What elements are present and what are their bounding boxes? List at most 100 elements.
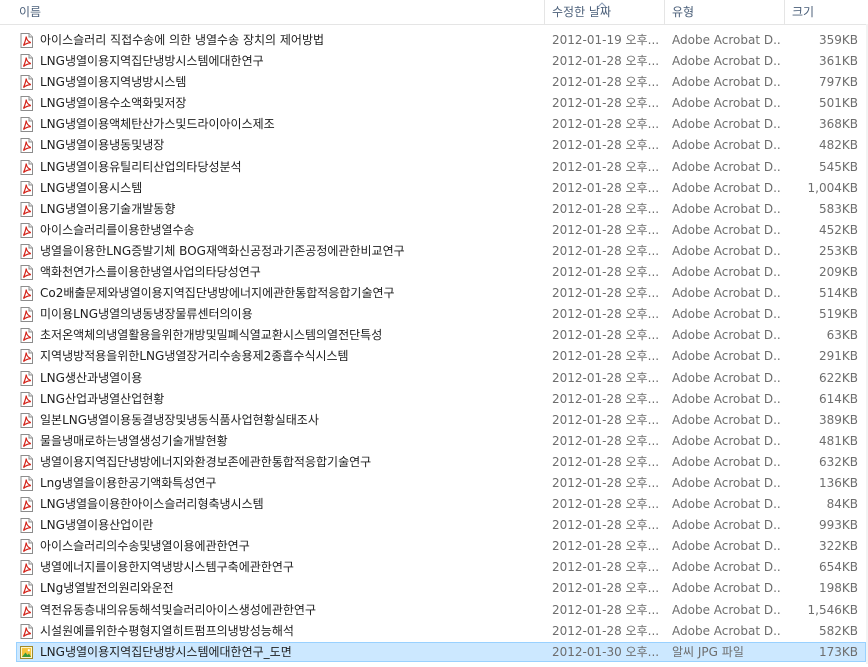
file-row[interactable]: 아이스슬러리를이용한냉열수송 2012-01-28 오후... Adobe Acro… — [0, 220, 868, 241]
file-name: 역전유동층내의유동해석및슬러리아이스생성에관한연구 — [40, 602, 317, 617]
file-row[interactable]: 일본LNG냉열이용동결냉장및냉동식품사업현황실태조사 2012-01-28 오후.… — [0, 410, 868, 431]
file-row[interactable]: LNG산업과냉열산업현황 2012-01-28 오후... Adobe Acroba… — [0, 389, 868, 410]
file-date-modified: 2012-01-28 오후... — [552, 243, 660, 258]
pdf-file-icon — [19, 412, 34, 428]
sort-ascending-icon — [597, 2, 607, 8]
column-header-name[interactable]: 이름 — [0, 0, 545, 24]
file-type: Adobe Acrobat D... — [672, 454, 782, 469]
file-type: Adobe Acrobat D... — [672, 243, 782, 258]
file-row[interactable]: 액화천연가스를이용한냉열사업의타당성연구 2012-01-28 오후... Adob… — [0, 262, 868, 283]
file-size: 514KB — [818, 286, 858, 301]
file-row[interactable]: 아이스슬러리 직접수송에 의한 냉열수송 장치의 제어방법 2012-01-19 … — [0, 30, 868, 51]
file-type: Adobe Acrobat D... — [672, 307, 782, 322]
file-name: 지역냉방적용을위한LNG냉열장거리수송용제2종흡수식시스템 — [40, 349, 349, 364]
file-type: Adobe Acrobat D... — [672, 433, 782, 448]
file-date-modified: 2012-01-28 오후... — [552, 602, 660, 617]
file-type: Adobe Acrobat D... — [672, 159, 782, 174]
file-row[interactable]: LNG냉열이용수소액화및저장 2012-01-28 오후... Adobe Acro… — [0, 93, 868, 114]
file-row[interactable]: 역전유동층내의유동해석및슬러리아이스생성에관한연구 2012-01-28 오후..… — [0, 600, 868, 621]
file-row[interactable]: LNG냉열이용지역냉방시스템 2012-01-28 오후... Adobe Acro… — [0, 72, 868, 93]
file-name: LNG냉열이용액체탄산가스및드라이아이스제조 — [40, 117, 275, 132]
file-row[interactable]: 시설원예를위한수평형지열히트펌프의냉방성능해석 2012-01-28 오후... A… — [0, 621, 868, 642]
column-header-type[interactable]: 유형 — [665, 0, 785, 24]
file-type: Adobe Acrobat D... — [672, 475, 782, 490]
file-row[interactable]: LNG냉열을이용한아이스슬러리형축냉시스템 2012-01-28 오후... Ado… — [0, 494, 868, 515]
file-date-modified: 2012-01-28 오후... — [552, 138, 660, 153]
file-size: 253KB — [818, 243, 858, 258]
pdf-file-icon — [19, 370, 34, 386]
file-name: 초저온액체의냉열활용을위한개방및밀폐식열교환시스템의열전단특성 — [40, 328, 383, 343]
file-type: Adobe Acrobat D... — [672, 117, 782, 132]
file-size: 84KB — [826, 497, 858, 512]
file-size: 209KB — [818, 265, 858, 280]
file-row[interactable]: LNG냉열이용액체탄산가스및드라이아이스제조 2012-01-28 오후... Ad… — [0, 114, 868, 135]
pdf-file-icon — [19, 623, 34, 639]
file-row[interactable]: 지역냉방적용을위한LNG냉열장거리수송용제2종흡수식시스템 2012-01-28 … — [0, 346, 868, 367]
file-date-modified: 2012-01-28 오후... — [552, 412, 660, 427]
file-row[interactable]: Lng냉열을이용한공기액화특성연구 2012-01-28 오후... Adobe A… — [0, 473, 868, 494]
file-date-modified: 2012-01-28 오후... — [552, 159, 660, 174]
file-date-modified: 2012-01-19 오후... — [552, 33, 660, 47]
file-row[interactable]: LNG냉열이용지역집단냉방시스템에대한연구 2012-01-28 오후... Ado… — [0, 51, 868, 72]
file-type: Adobe Acrobat D... — [672, 328, 782, 343]
file-type: Adobe Acrobat D... — [672, 54, 782, 69]
file-row[interactable]: 냉열을이용한LNG증발기체 BOG재액화신공정과기존공정에관한비교연구 2012-… — [0, 241, 868, 262]
file-name: LNG냉열이용냉동및냉장 — [40, 138, 165, 153]
file-size: 1,546KB — [807, 602, 858, 617]
file-type: Adobe Acrobat D... — [672, 222, 782, 237]
file-row[interactable]: 아이스슬러리의수송및냉열이용에관한연구 2012-01-28 오후... Adobe… — [0, 536, 868, 557]
file-name: LNG냉열이용지역집단냉방시스템에대한연구 — [40, 54, 264, 69]
file-row[interactable]: LNG냉열이용기술개발동향 2012-01-28 오후... Adobe Acrob… — [0, 199, 868, 220]
pdf-file-icon — [19, 328, 34, 344]
file-type: 알씨 JPG 파일 — [672, 644, 744, 659]
pdf-file-icon — [19, 75, 34, 91]
file-date-modified: 2012-01-28 오후... — [552, 581, 660, 596]
file-row[interactable]: 초저온액체의냉열활용을위한개방및밀폐식열교환시스템의열전단특성 2012-01-2… — [0, 325, 868, 346]
pdf-file-icon — [19, 560, 34, 576]
file-date-modified: 2012-01-28 오후... — [552, 201, 660, 216]
file-type: Adobe Acrobat D... — [672, 539, 782, 554]
file-row[interactable]: 물을냉매로하는냉열생성기술개발현황 2012-01-28 오후... Adobe A… — [0, 431, 868, 452]
pdf-file-icon — [19, 349, 34, 365]
file-size: 481KB — [818, 433, 858, 448]
file-name: 냉열이용지역집단냉방에너지와환경보존에관한통합적응합기술연구 — [40, 454, 372, 469]
file-size: 501KB — [818, 96, 858, 111]
file-size: 482KB — [818, 138, 858, 153]
file-name: LNG냉열이용지역냉방시스템 — [40, 75, 187, 90]
file-name: 물을냉매로하는냉열생성기술개발현황 — [40, 433, 228, 448]
file-row[interactable]: LNG냉열이용유틸리티산업의타당성분석 2012-01-28 오후... Adobe… — [0, 157, 868, 178]
file-row-selected[interactable]: LNG냉열이용지역집단냉방시스템에대한연구_도면 2012-01-30 오후...… — [0, 641, 868, 663]
file-date-modified: 2012-01-28 오후... — [552, 328, 660, 343]
pdf-file-icon — [19, 222, 34, 238]
file-date-modified: 2012-01-28 오후... — [552, 180, 660, 195]
file-row[interactable]: 미이용LNG냉열의냉동냉장물류센터의이용 2012-01-28 오후... Adob… — [0, 304, 868, 325]
file-name: LNg냉열발전의원리와운전 — [40, 581, 174, 596]
file-date-modified: 2012-01-28 오후... — [552, 222, 660, 237]
file-size: 173KB — [818, 644, 858, 659]
file-size: 368KB — [818, 117, 858, 132]
file-name: LNG냉열이용기술개발동향 — [40, 201, 176, 216]
column-header-size[interactable]: 크기 — [785, 0, 868, 24]
file-row[interactable]: LNG생산과냉열이용 2012-01-28 오후... Adobe Acrobat … — [0, 368, 868, 389]
file-row[interactable]: LNG냉열이용냉동및냉장 2012-01-28 오후... Adobe Acroba… — [0, 135, 868, 156]
file-row[interactable]: LNG냉열이용산업이란 2012-01-28 오후... Adobe Acrobat… — [0, 515, 868, 536]
file-name: 시설원예를위한수평형지열히트펌프의냉방성능해석 — [40, 623, 294, 638]
pdf-file-icon — [19, 117, 34, 133]
file-name: LNG냉열이용시스템 — [40, 180, 143, 195]
file-type: Adobe Acrobat D... — [672, 349, 782, 364]
file-row[interactable]: LNg냉열발전의원리와운전 2012-01-28 오후... Adobe Acrob… — [0, 578, 868, 599]
file-row[interactable]: Co2배출문제와냉열이용지역집단냉방에너지에관한통합적응합기술연구 2012-01… — [0, 283, 868, 304]
file-date-modified: 2012-01-28 오후... — [552, 475, 660, 490]
pdf-file-icon — [19, 581, 34, 597]
file-type: Adobe Acrobat D... — [672, 286, 782, 301]
file-type: Adobe Acrobat D... — [672, 518, 782, 533]
file-date-modified: 2012-01-28 오후... — [552, 539, 660, 554]
file-size: 1,004KB — [807, 180, 858, 195]
file-row[interactable]: LNG냉열이용시스템 2012-01-28 오후... Adobe Acrobat … — [0, 178, 868, 199]
file-date-modified: 2012-01-28 오후... — [552, 560, 660, 575]
file-row[interactable]: 냉열에너지를이용한지역냉방시스템구축에관한연구 2012-01-28 오후... A… — [0, 557, 868, 578]
file-row[interactable]: 냉열이용지역집단냉방에너지와환경보존에관한통합적응합기술연구 2012-01-28… — [0, 452, 868, 473]
pdf-file-icon — [19, 201, 34, 217]
file-date-modified: 2012-01-28 오후... — [552, 497, 660, 512]
file-date-modified: 2012-01-28 오후... — [552, 623, 660, 638]
